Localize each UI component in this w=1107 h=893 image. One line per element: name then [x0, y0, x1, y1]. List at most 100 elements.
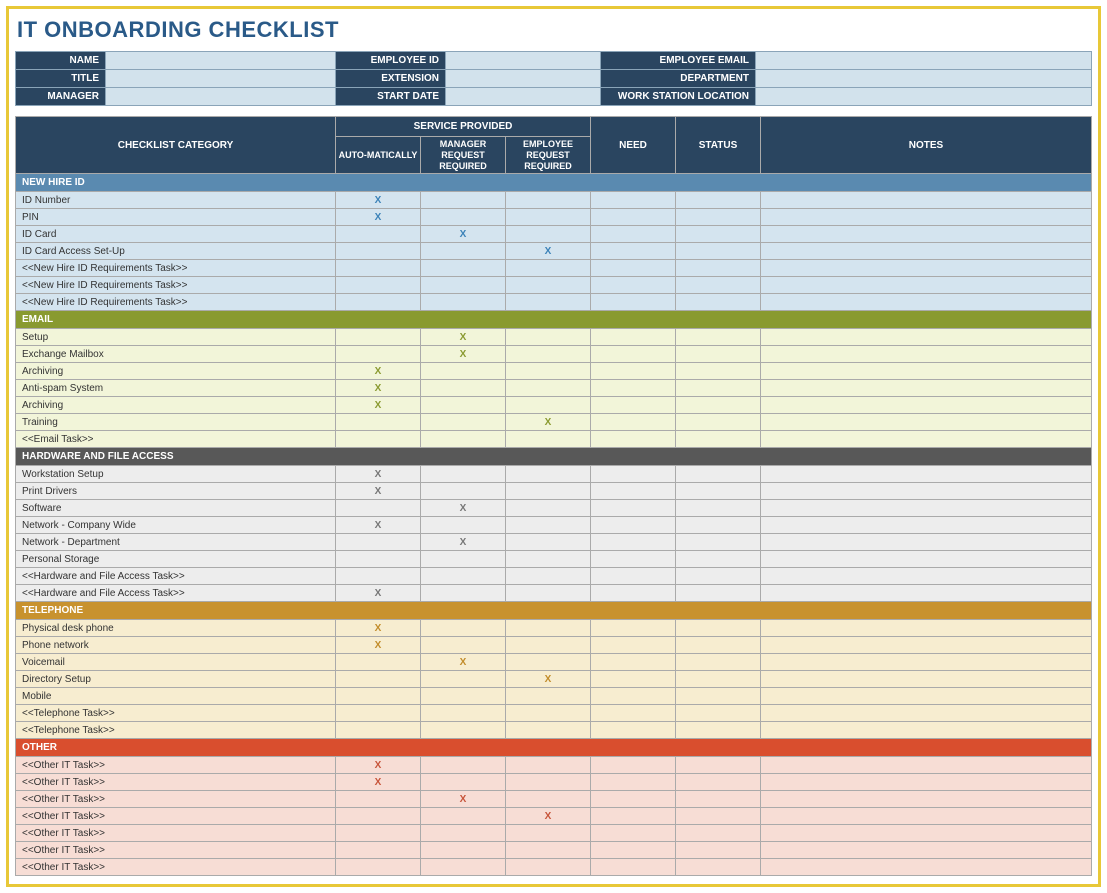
cell-notes[interactable] — [761, 414, 1092, 431]
cell-need[interactable] — [591, 825, 676, 842]
mark-mgr[interactable] — [421, 209, 506, 226]
cell-notes[interactable] — [761, 397, 1092, 414]
mark-emp[interactable]: X — [506, 808, 591, 825]
mark-mgr[interactable]: X — [421, 500, 506, 517]
cell-status[interactable] — [676, 791, 761, 808]
cell-notes[interactable] — [761, 260, 1092, 277]
cell-need[interactable] — [591, 277, 676, 294]
cell-status[interactable] — [676, 654, 761, 671]
start-field[interactable] — [446, 88, 601, 106]
mark-mgr[interactable] — [421, 517, 506, 534]
cell-need[interactable] — [591, 192, 676, 209]
cell-notes[interactable] — [761, 466, 1092, 483]
mark-auto[interactable]: X — [336, 209, 421, 226]
mark-auto[interactable] — [336, 568, 421, 585]
cell-need[interactable] — [591, 722, 676, 739]
cell-status[interactable] — [676, 671, 761, 688]
cell-notes[interactable] — [761, 363, 1092, 380]
mark-emp[interactable] — [506, 363, 591, 380]
cell-need[interactable] — [591, 363, 676, 380]
mark-mgr[interactable]: X — [421, 534, 506, 551]
mark-emp[interactable] — [506, 209, 591, 226]
ext-field[interactable] — [446, 70, 601, 88]
cell-notes[interactable] — [761, 192, 1092, 209]
cell-need[interactable] — [591, 859, 676, 876]
mark-emp[interactable] — [506, 859, 591, 876]
cell-status[interactable] — [676, 705, 761, 722]
mark-mgr[interactable] — [421, 705, 506, 722]
mark-emp[interactable] — [506, 500, 591, 517]
mark-auto[interactable] — [336, 722, 421, 739]
cell-need[interactable] — [591, 226, 676, 243]
cell-status[interactable] — [676, 585, 761, 602]
mark-auto[interactable] — [336, 825, 421, 842]
mark-mgr[interactable] — [421, 551, 506, 568]
cell-need[interactable] — [591, 346, 676, 363]
mark-mgr[interactable] — [421, 637, 506, 654]
mark-mgr[interactable]: X — [421, 654, 506, 671]
mark-auto[interactable]: X — [336, 517, 421, 534]
mark-auto[interactable] — [336, 534, 421, 551]
mark-mgr[interactable] — [421, 859, 506, 876]
cell-need[interactable] — [591, 243, 676, 260]
mark-emp[interactable] — [506, 397, 591, 414]
cell-need[interactable] — [591, 654, 676, 671]
mark-mgr[interactable] — [421, 363, 506, 380]
mark-auto[interactable] — [336, 671, 421, 688]
cell-status[interactable] — [676, 329, 761, 346]
cell-notes[interactable] — [761, 294, 1092, 311]
mark-auto[interactable] — [336, 414, 421, 431]
cell-need[interactable] — [591, 534, 676, 551]
cell-need[interactable] — [591, 517, 676, 534]
mark-mgr[interactable]: X — [421, 226, 506, 243]
mark-mgr[interactable] — [421, 397, 506, 414]
cell-need[interactable] — [591, 671, 676, 688]
title-field[interactable] — [106, 70, 336, 88]
cell-status[interactable] — [676, 568, 761, 585]
mark-auto[interactable] — [336, 243, 421, 260]
cell-status[interactable] — [676, 722, 761, 739]
cell-notes[interactable] — [761, 551, 1092, 568]
empid-field[interactable] — [446, 52, 601, 70]
cell-status[interactable] — [676, 294, 761, 311]
cell-need[interactable] — [591, 637, 676, 654]
cell-notes[interactable] — [761, 654, 1092, 671]
mark-mgr[interactable] — [421, 568, 506, 585]
mark-emp[interactable] — [506, 431, 591, 448]
cell-notes[interactable] — [761, 277, 1092, 294]
mark-emp[interactable]: X — [506, 671, 591, 688]
cell-notes[interactable] — [761, 842, 1092, 859]
mark-mgr[interactable] — [421, 722, 506, 739]
cell-status[interactable] — [676, 825, 761, 842]
cell-status[interactable] — [676, 397, 761, 414]
cell-need[interactable] — [591, 431, 676, 448]
mark-auto[interactable] — [336, 346, 421, 363]
mark-mgr[interactable]: X — [421, 329, 506, 346]
mark-auto[interactable]: X — [336, 620, 421, 637]
mark-emp[interactable] — [506, 585, 591, 602]
cell-status[interactable] — [676, 620, 761, 637]
cell-status[interactable] — [676, 192, 761, 209]
mark-mgr[interactable] — [421, 380, 506, 397]
mark-emp[interactable] — [506, 260, 591, 277]
mark-auto[interactable] — [336, 260, 421, 277]
cell-notes[interactable] — [761, 825, 1092, 842]
mark-auto[interactable]: X — [336, 774, 421, 791]
cell-status[interactable] — [676, 466, 761, 483]
cell-notes[interactable] — [761, 346, 1092, 363]
cell-need[interactable] — [591, 500, 676, 517]
cell-need[interactable] — [591, 620, 676, 637]
cell-status[interactable] — [676, 363, 761, 380]
mark-emp[interactable] — [506, 688, 591, 705]
cell-notes[interactable] — [761, 226, 1092, 243]
cell-need[interactable] — [591, 551, 676, 568]
cell-notes[interactable] — [761, 585, 1092, 602]
cell-status[interactable] — [676, 637, 761, 654]
mark-auto[interactable]: X — [336, 637, 421, 654]
cell-need[interactable] — [591, 397, 676, 414]
mark-mgr[interactable] — [421, 294, 506, 311]
cell-notes[interactable] — [761, 517, 1092, 534]
cell-need[interactable] — [591, 568, 676, 585]
mark-mgr[interactable] — [421, 466, 506, 483]
cell-notes[interactable] — [761, 688, 1092, 705]
